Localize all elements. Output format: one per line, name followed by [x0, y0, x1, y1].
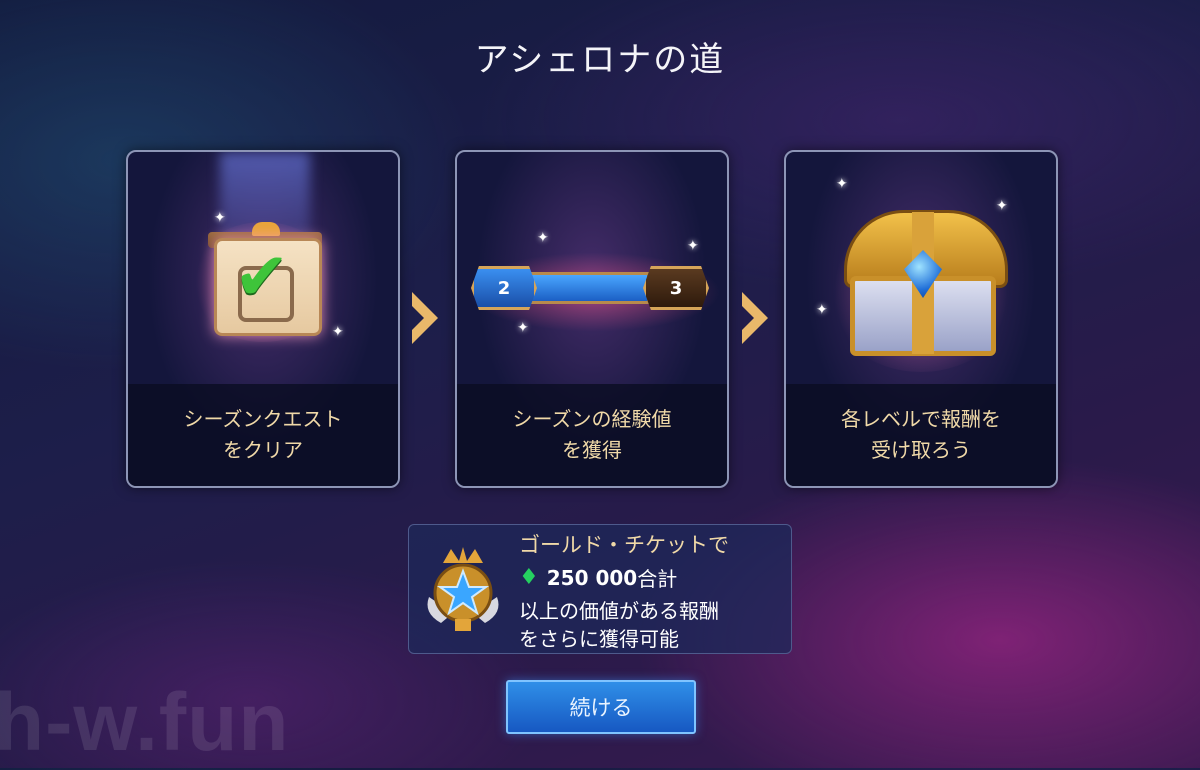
card-caption: シーズンクエスト をクリア	[128, 384, 398, 486]
star-medal-icon	[427, 547, 499, 631]
card-caption: 各レベルで報酬を 受け取ろう	[786, 384, 1056, 486]
sparkle-icon: ✦	[996, 198, 1008, 214]
page-title: アシェロナの道	[474, 40, 726, 80]
card-caption: シーズンの経験値 を獲得	[457, 384, 727, 486]
watermark: h-w.fun	[0, 677, 290, 768]
card-caption-line2: をクリア	[223, 438, 303, 462]
card-caption-line1: 各レベルで報酬を	[841, 407, 1001, 431]
checkmark-icon: ✔	[234, 238, 290, 315]
step-card-experience: 2 3 ✦ ✦ ✦ シーズンの経験値 を獲得	[455, 150, 729, 488]
clipboard-ornament	[252, 222, 280, 236]
reward-amount-row: ♦ 250 000 合計	[519, 563, 677, 592]
gold-ticket-label: ゴールド・チケットで	[519, 533, 729, 557]
reward-amount-suffix: 合計	[637, 567, 678, 591]
sparkle-icon: ✦	[332, 324, 344, 340]
sparkle-icon: ✦	[537, 230, 549, 246]
sparkle-icon: ✦	[687, 238, 699, 254]
gold-ticket-info-panel: ゴールド・チケットで ♦ 250 000 合計 以上の価値がある報酬 をさらに獲…	[408, 524, 792, 654]
level-from-badge: 2	[471, 266, 537, 310]
card-caption-line1: シーズンの経験値	[512, 407, 672, 431]
step-card-quests: ✔ ✦ ✦ シーズンクエスト をクリア	[126, 150, 400, 488]
sparkle-icon: ✦	[816, 302, 828, 318]
chevron-right-icon	[742, 292, 768, 344]
card-caption-line2: を獲得	[562, 438, 622, 462]
reward-description-line1: 以上の価値がある報酬	[519, 599, 719, 623]
reward-amount: 250 000	[546, 565, 638, 590]
sparkle-icon: ✦	[517, 320, 529, 336]
chevron-right-icon	[412, 292, 438, 344]
sparkle-icon: ✦	[214, 210, 226, 226]
reward-description-line2: をさらに獲得可能	[519, 627, 679, 651]
green-gem-icon: ♦	[519, 565, 539, 590]
sparkle-icon: ✦	[836, 176, 848, 192]
level-to-badge: 3	[643, 266, 709, 310]
card-caption-line2: 受け取ろう	[871, 438, 971, 462]
step-card-rewards: ✦ ✦ ✦ 各レベルで報酬を 受け取ろう	[784, 150, 1058, 488]
card-caption-line1: シーズンクエスト	[183, 407, 343, 431]
continue-button[interactable]: 続ける	[506, 680, 696, 734]
